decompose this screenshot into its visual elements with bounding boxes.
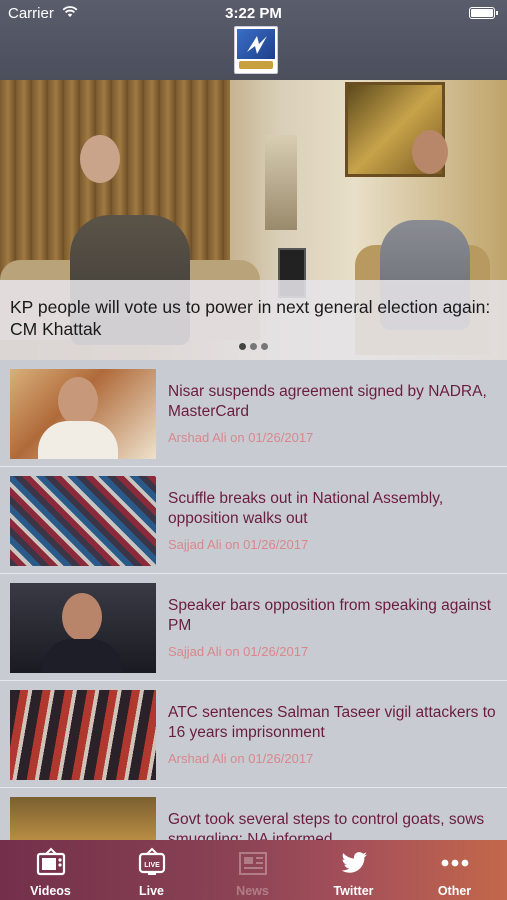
- news-headline: ATC sentences Salman Taseer vigil attack…: [168, 704, 496, 741]
- news-byline: Sajjad Ali on 01/26/2017: [168, 644, 309, 659]
- page-dot[interactable]: [261, 343, 268, 350]
- live-tv-icon: LIVE: [138, 847, 166, 875]
- list-item[interactable]: Scuffle breaks out in National Assembly,…: [0, 467, 507, 574]
- battery-icon: [469, 7, 498, 19]
- tab-videos[interactable]: Videos: [0, 840, 101, 900]
- app-logo[interactable]: [234, 26, 278, 74]
- more-dots-icon: [441, 859, 469, 867]
- tab-label: Other: [437, 884, 472, 898]
- news-list[interactable]: Nisar suspends agreement signed by NADRA…: [0, 360, 507, 840]
- news-byline: Arshad Ali on 01/26/2017: [168, 751, 314, 766]
- tab-news[interactable]: News: [202, 840, 303, 900]
- news-byline: Sajjad Ali on 01/26/2017: [168, 537, 309, 552]
- tv-icon: [36, 847, 66, 876]
- news-headline: Govt took several steps to control goats…: [168, 811, 485, 840]
- page-indicator[interactable]: [0, 343, 507, 350]
- tab-label: Live: [138, 884, 164, 898]
- tab-other[interactable]: Other: [404, 840, 505, 900]
- list-item[interactable]: Nisar suspends agreement signed by NADRA…: [0, 360, 507, 467]
- news-thumbnail: [10, 690, 156, 780]
- tab-label: Videos: [30, 884, 71, 898]
- status-time: 3:22 PM: [225, 5, 282, 22]
- list-item[interactable]: Speaker bars opposition from speaking ag…: [0, 574, 507, 681]
- logo-bolt-icon: [247, 36, 267, 54]
- news-thumbnail: [10, 476, 156, 566]
- page-dot[interactable]: [239, 343, 246, 350]
- app-header: Carrier 3:22 PM: [0, 0, 507, 80]
- list-item[interactable]: ATC sentences Salman Taseer vigil attack…: [0, 681, 507, 788]
- hero-carousel[interactable]: KP people will vote us to power in next …: [0, 80, 507, 360]
- news-headline: Speaker bars opposition from speaking ag…: [168, 597, 492, 634]
- news-thumbnail: [10, 369, 156, 459]
- hero-headline[interactable]: KP people will vote us to power in next …: [10, 296, 497, 340]
- tab-label: Twitter: [333, 884, 374, 898]
- news-byline: Arshad Ali on 01/26/2017: [168, 430, 314, 445]
- news-headline: Nisar suspends agreement signed by NADRA…: [168, 383, 487, 420]
- news-thumbnail: [10, 583, 156, 673]
- tab-bar: Videos LIVE Live News Twitter Other: [0, 840, 507, 900]
- tab-label: News: [236, 884, 269, 898]
- list-item[interactable]: Govt took several steps to control goats…: [0, 788, 507, 840]
- twitter-bird-icon: [341, 852, 367, 873]
- page-dot[interactable]: [250, 343, 257, 350]
- tab-live[interactable]: LIVE Live: [101, 840, 202, 900]
- svg-text:LIVE: LIVE: [144, 862, 160, 869]
- news-thumbnail: [10, 797, 156, 840]
- tab-twitter[interactable]: Twitter: [303, 840, 404, 900]
- news-headline: Scuffle breaks out in National Assembly,…: [168, 490, 444, 527]
- status-bar: Carrier 3:22 PM: [0, 0, 507, 26]
- newspaper-icon: [239, 852, 267, 875]
